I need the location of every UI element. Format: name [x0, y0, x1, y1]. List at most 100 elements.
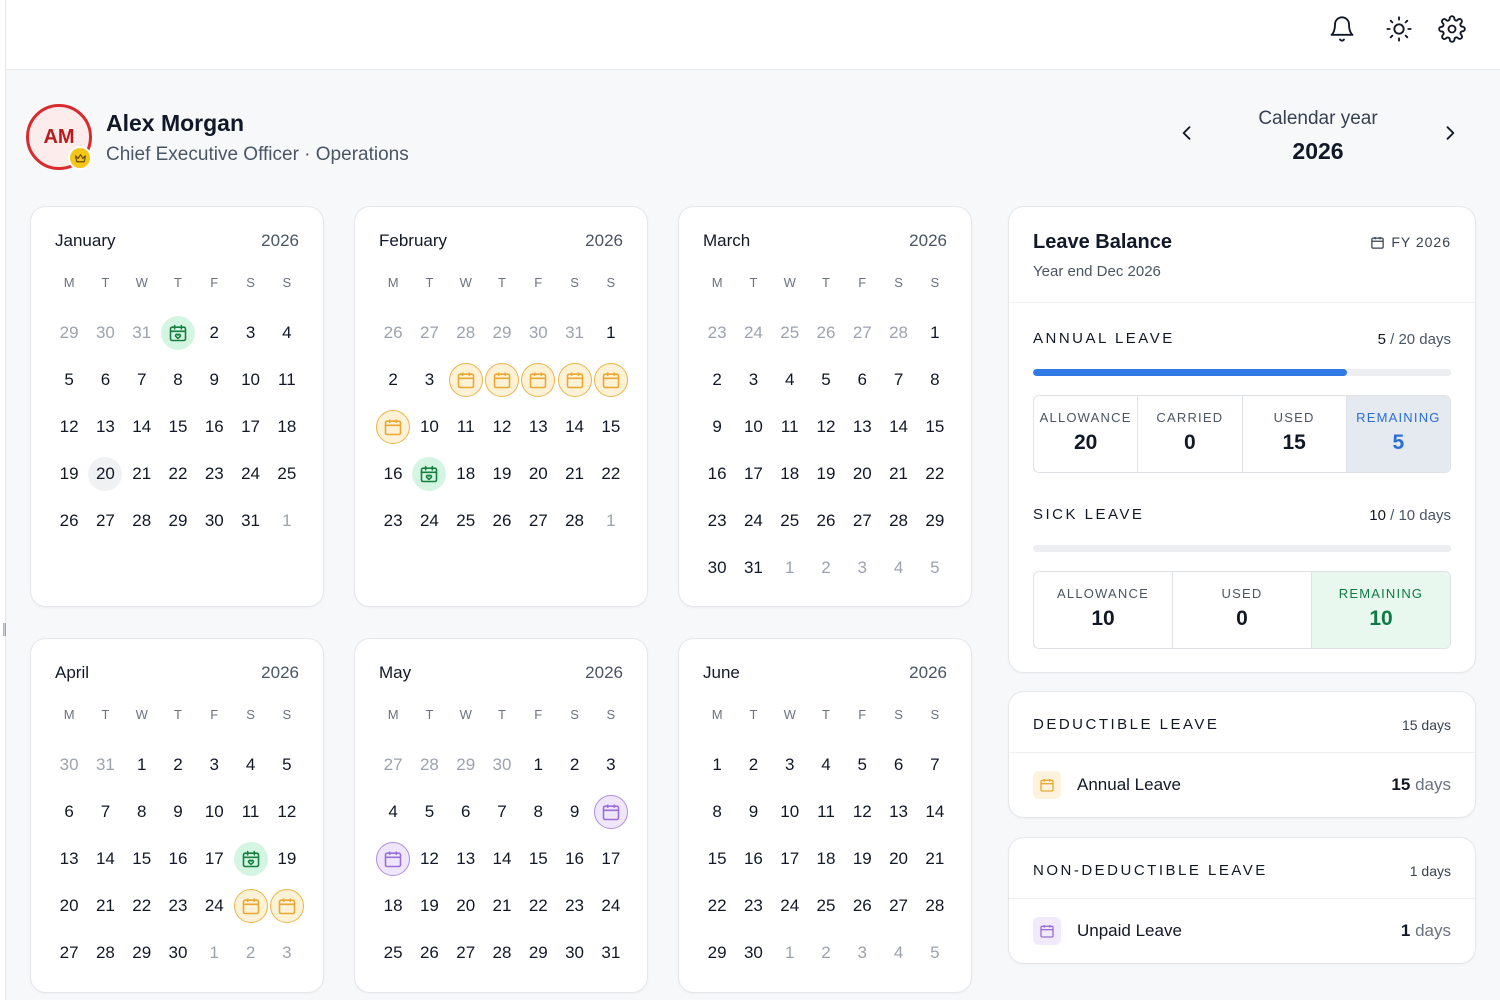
calendar-day[interactable]: 31 [593, 929, 629, 976]
calendar-day[interactable]: 3 [593, 741, 629, 788]
calendar-day[interactable]: 2 [196, 309, 232, 356]
calendar-day[interactable]: 24 [232, 450, 268, 497]
list-item-unpaid-leave[interactable]: Unpaid Leave 1 days [1033, 916, 1451, 946]
calendar-day[interactable]: 18 [448, 450, 484, 497]
calendar-day[interactable]: 16 [735, 835, 771, 882]
calendar-day[interactable]: 15 [124, 835, 160, 882]
calendar-day[interactable]: 15 [520, 835, 556, 882]
calendar-day[interactable]: 11 [232, 788, 268, 835]
calendar-day[interactable]: 21 [484, 882, 520, 929]
calendar-day[interactable]: 3 [844, 929, 880, 976]
calendar-day[interactable]: 7 [124, 356, 160, 403]
calendar-day[interactable]: 29 [160, 497, 196, 544]
calendar-day[interactable]: 21 [124, 450, 160, 497]
calendar-day[interactable]: 18 [269, 403, 305, 450]
calendar-day[interactable]: 10 [232, 356, 268, 403]
calendar-day[interactable]: 22 [699, 882, 735, 929]
calendar-day[interactable]: 30 [484, 741, 520, 788]
calendar-day[interactable]: 1 [124, 741, 160, 788]
calendar-day[interactable]: 18 [375, 882, 411, 929]
calendar-day[interactable]: 19 [808, 450, 844, 497]
calendar-day[interactable]: 9 [699, 403, 735, 450]
calendar-day[interactable]: 4 [375, 788, 411, 835]
bell-icon[interactable] [1327, 14, 1357, 44]
calendar-day[interactable]: 19 [484, 450, 520, 497]
calendar-day[interactable]: 27 [448, 929, 484, 976]
sun-icon[interactable] [1384, 14, 1414, 44]
previous-year-button[interactable] [1172, 118, 1202, 148]
calendar-day[interactable]: 8 [520, 788, 556, 835]
calendar-day[interactable]: 17 [232, 403, 268, 450]
calendar-day[interactable]: 2 [735, 741, 771, 788]
calendar-day[interactable]: 30 [160, 929, 196, 976]
calendar-day[interactable]: 24 [735, 309, 771, 356]
calendar-day[interactable]: 26 [51, 497, 87, 544]
next-year-button[interactable] [1435, 118, 1465, 148]
calendar-day[interactable]: 4 [232, 741, 268, 788]
calendar-day[interactable]: 22 [917, 450, 953, 497]
calendar-day[interactable]: 6 [880, 741, 916, 788]
calendar-day[interactable]: 1 [772, 544, 808, 591]
calendar-day[interactable]: 17 [593, 835, 629, 882]
calendar-day[interactable]: 6 [448, 788, 484, 835]
calendar-day-unpaid-leave[interactable] [593, 788, 629, 835]
calendar-day[interactable]: 24 [735, 497, 771, 544]
calendar-day[interactable]: 11 [448, 403, 484, 450]
calendar-day[interactable]: 27 [844, 497, 880, 544]
calendar-day[interactable]: 11 [772, 403, 808, 450]
calendar-day[interactable]: 21 [556, 450, 592, 497]
calendar-day[interactable]: 15 [160, 403, 196, 450]
calendar-day[interactable]: 26 [808, 497, 844, 544]
calendar-day[interactable]: 28 [556, 497, 592, 544]
calendar-day[interactable]: 23 [196, 450, 232, 497]
calendar-day[interactable]: 2 [808, 929, 844, 976]
calendar-day[interactable]: 2 [160, 741, 196, 788]
calendar-day[interactable]: 7 [87, 788, 123, 835]
calendar-day[interactable]: 27 [87, 497, 123, 544]
calendar-day[interactable]: 24 [411, 497, 447, 544]
calendar-day[interactable]: 5 [269, 741, 305, 788]
calendar-day[interactable]: 30 [699, 544, 735, 591]
calendar-day[interactable]: 20 [448, 882, 484, 929]
calendar-day[interactable]: 3 [232, 309, 268, 356]
calendar-day[interactable]: 20 [520, 450, 556, 497]
calendar-day[interactable]: 29 [484, 309, 520, 356]
calendar-day[interactable]: 19 [411, 882, 447, 929]
calendar-day[interactable]: 3 [772, 741, 808, 788]
calendar-day[interactable]: 28 [124, 497, 160, 544]
calendar-day[interactable]: 23 [735, 882, 771, 929]
calendar-day[interactable]: 16 [375, 450, 411, 497]
calendar-day[interactable]: 26 [484, 497, 520, 544]
calendar-day[interactable]: 30 [735, 929, 771, 976]
calendar-day[interactable]: 21 [917, 835, 953, 882]
calendar-day[interactable]: 2 [375, 356, 411, 403]
calendar-day-annual-leave[interactable] [448, 356, 484, 403]
calendar-day[interactable]: 28 [87, 929, 123, 976]
calendar-day[interactable]: 18 [772, 450, 808, 497]
calendar-day[interactable]: 14 [484, 835, 520, 882]
calendar-day[interactable]: 14 [880, 403, 916, 450]
calendar-day[interactable]: 30 [196, 497, 232, 544]
calendar-day-annual-leave[interactable] [269, 882, 305, 929]
calendar-day[interactable]: 26 [375, 309, 411, 356]
calendar-day[interactable]: 21 [87, 882, 123, 929]
calendar-day[interactable]: 7 [917, 741, 953, 788]
calendar-day[interactable]: 19 [844, 835, 880, 882]
calendar-day[interactable]: 1 [699, 741, 735, 788]
calendar-day[interactable]: 13 [880, 788, 916, 835]
calendar-day[interactable]: 12 [808, 403, 844, 450]
calendar-day[interactable]: 22 [593, 450, 629, 497]
calendar-day-holiday[interactable] [411, 450, 447, 497]
calendar-day[interactable]: 12 [269, 788, 305, 835]
calendar-day[interactable]: 3 [844, 544, 880, 591]
calendar-day[interactable]: 6 [87, 356, 123, 403]
calendar-day[interactable]: 23 [160, 882, 196, 929]
calendar-day[interactable]: 8 [124, 788, 160, 835]
calendar-day[interactable]: 27 [51, 929, 87, 976]
calendar-day[interactable]: 25 [375, 929, 411, 976]
calendar-day-annual-leave[interactable] [520, 356, 556, 403]
calendar-day[interactable]: 20 [880, 835, 916, 882]
calendar-day[interactable]: 5 [917, 929, 953, 976]
calendar-day[interactable]: 25 [808, 882, 844, 929]
calendar-day[interactable]: 30 [556, 929, 592, 976]
